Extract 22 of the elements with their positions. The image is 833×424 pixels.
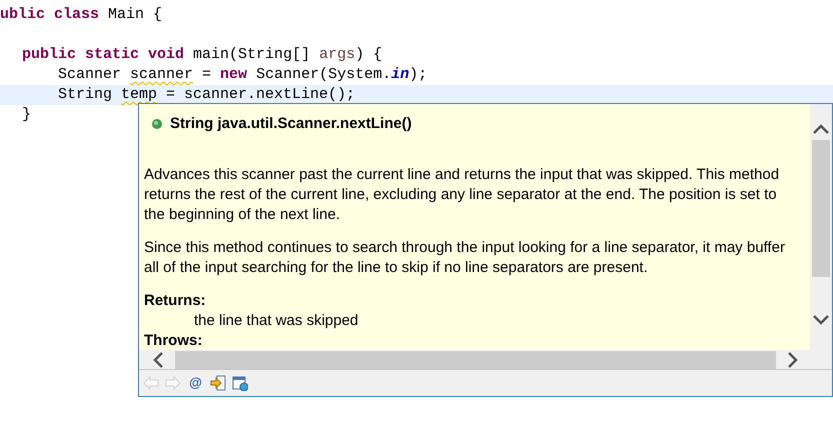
code-line: } xyxy=(22,106,32,123)
scroll-left-icon[interactable] xyxy=(153,352,163,368)
browser-window-icon[interactable] xyxy=(232,375,248,391)
description-paragraph: Since this method continues to search through the input looking for a line separator, it may buffer all of the input searching for the line to skip if no line separators are present. xyxy=(144,238,786,278)
code-line: Scanner scanner = new Scanner(System.in); xyxy=(58,66,428,83)
code-line: String temp = scanner.nextLine(); xyxy=(58,86,356,103)
arrow-document-icon[interactable] xyxy=(210,375,226,391)
code-line: public static void main(String[] args) { xyxy=(22,46,382,63)
code-line: ublic class Main { xyxy=(0,6,162,23)
description-paragraph: Advances this scanner past the current line and returns the input that was skipped. This method returns the rest of the current line, excluding any line separator at the end. The position is set to the beginning of the next line. xyxy=(144,165,780,225)
section-heading: Throws: xyxy=(144,331,202,350)
method-icon xyxy=(152,119,162,129)
scroll-up-icon[interactable] xyxy=(813,124,829,134)
scroll-right-icon[interactable] xyxy=(788,352,798,368)
return-description: the line that was skipped xyxy=(193,311,358,331)
scrollbar-thumb[interactable] xyxy=(174,350,776,368)
javadoc-button[interactable]: @ xyxy=(187,373,204,393)
scroll-down-icon[interactable] xyxy=(813,315,829,325)
method-signature: String java.util.Scanner.nextLine() xyxy=(170,114,412,134)
scrollbar-thumb[interactable] xyxy=(812,140,830,277)
horizontal-scrollbar[interactable] xyxy=(139,350,832,370)
section-heading: Returns: xyxy=(144,291,206,311)
